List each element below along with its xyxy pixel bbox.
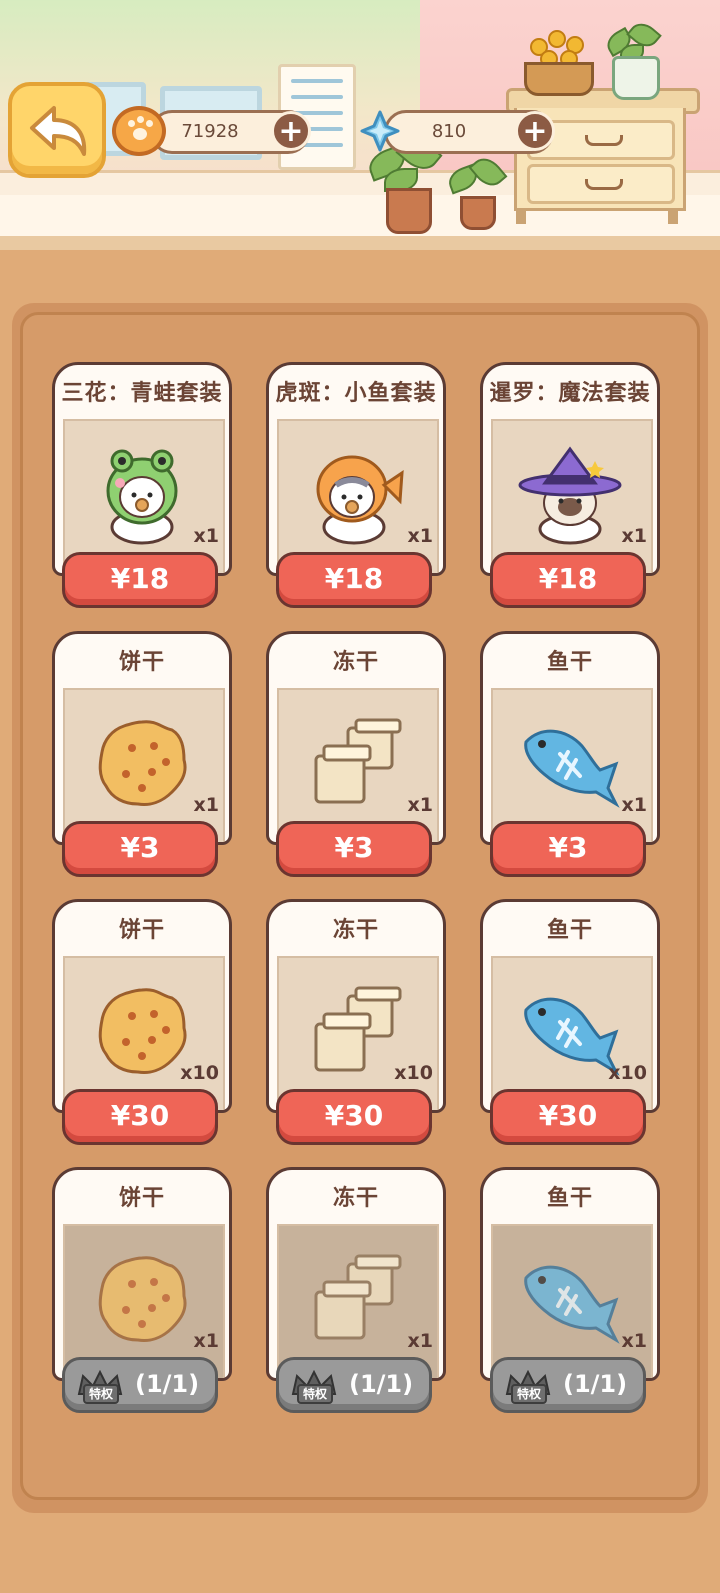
back-button[interactable] xyxy=(8,82,106,178)
floor-edge xyxy=(0,236,720,250)
privilege-label: 特权 xyxy=(297,1384,334,1404)
shop-item-cookie[interactable]: 饼干 x1 ¥3 xyxy=(52,631,232,877)
price-button[interactable]: ¥30 xyxy=(62,1089,218,1145)
item-quantity: x1 xyxy=(193,525,219,547)
item-art xyxy=(96,718,188,812)
shop-item-cookie[interactable]: 饼干 x10 ¥30 xyxy=(52,899,232,1145)
privilege-label: 特权 xyxy=(511,1384,548,1404)
gem-value: 810 xyxy=(431,121,467,142)
shop-item-dried-fish[interactable]: 鱼干 x10 ¥30 xyxy=(480,899,660,1145)
item-quantity: x1 xyxy=(407,794,433,816)
item-art xyxy=(96,1254,188,1348)
claim-limit: (1/1) xyxy=(563,1370,628,1398)
item-quantity: x10 xyxy=(394,1062,433,1084)
shop-item-freeze-dried[interactable]: 冻干 x1 特权 (1/1) xyxy=(266,1167,446,1413)
item-title: 虎斑：小鱼套装 xyxy=(275,381,437,406)
item-quantity: x10 xyxy=(180,1062,219,1084)
item-art xyxy=(520,718,620,812)
dried-fish-icon xyxy=(524,997,620,1076)
item-title: 饼干 xyxy=(118,918,165,943)
privilege-claim-button[interactable]: 特权 (1/1) xyxy=(62,1357,218,1413)
item-title: 暹罗：魔法套装 xyxy=(489,381,651,406)
item-title: 鱼干 xyxy=(546,1186,593,1211)
price-button[interactable]: ¥18 xyxy=(276,552,432,608)
gem-icon xyxy=(360,110,400,152)
privilege-claim-button[interactable]: 特权 (1/1) xyxy=(490,1357,646,1413)
price-button[interactable]: ¥18 xyxy=(62,552,218,608)
dried-fish-icon xyxy=(524,729,620,808)
shop-item-dried-fish[interactable]: 鱼干 x1 ¥3 xyxy=(480,631,660,877)
item-art xyxy=(310,986,402,1080)
dried-fish-icon xyxy=(524,1265,620,1344)
frog-outfit-cat-icon xyxy=(106,449,178,545)
item-title: 冻干 xyxy=(332,650,379,675)
crown-icon: 特权 xyxy=(289,1366,339,1404)
item-quantity: x1 xyxy=(621,525,647,547)
item-title: 鱼干 xyxy=(546,650,593,675)
add-paw-coins-button[interactable]: + xyxy=(271,111,311,151)
price-button[interactable]: ¥3 xyxy=(490,821,646,877)
shop-item-freeze-dried[interactable]: 冻干 x1 ¥3 xyxy=(266,631,446,877)
item-title: 鱼干 xyxy=(546,918,593,943)
item-quantity: x1 xyxy=(621,794,647,816)
item-art xyxy=(96,986,188,1080)
freeze-dried-cube-icon xyxy=(314,986,402,1072)
shop-item-magic-outfit[interactable]: 暹罗：魔法套装 x1 ¥18 xyxy=(480,362,660,608)
item-quantity: x1 xyxy=(407,1330,433,1352)
dresser xyxy=(506,88,700,224)
item-art xyxy=(310,1254,402,1348)
freeze-dried-cube-icon xyxy=(314,718,402,804)
item-quantity: x1 xyxy=(193,1330,219,1352)
privilege-claim-button[interactable]: 特权 (1/1) xyxy=(276,1357,432,1413)
paw-coin-counter: 71928 + xyxy=(150,110,311,154)
cookie-icon xyxy=(98,988,187,1074)
item-art xyxy=(520,1254,620,1348)
cookie-icon xyxy=(98,720,187,806)
price-button[interactable]: ¥18 xyxy=(490,552,646,608)
claim-limit: (1/1) xyxy=(349,1370,414,1398)
price-button[interactable]: ¥30 xyxy=(490,1089,646,1145)
gem-counter: 810 + xyxy=(384,110,555,154)
item-art xyxy=(310,718,402,812)
item-quantity: x1 xyxy=(621,1330,647,1352)
privilege-label: 特权 xyxy=(83,1384,120,1404)
shop-item-frog-outfit[interactable]: 三花：青蛙套装 x1 ¥18 xyxy=(52,362,232,608)
crown-icon: 特权 xyxy=(75,1366,125,1404)
item-quantity: x1 xyxy=(193,794,219,816)
price-button[interactable]: ¥3 xyxy=(276,821,432,877)
item-title: 冻干 xyxy=(332,918,379,943)
item-title: 饼干 xyxy=(118,650,165,675)
claim-limit: (1/1) xyxy=(135,1370,200,1398)
shop-item-cookie[interactable]: 饼干 x1 特权 (1/1) xyxy=(52,1167,232,1413)
fish-outfit-cat-icon xyxy=(316,455,404,545)
freeze-dried-cube-icon xyxy=(314,1254,402,1340)
shop-item-dried-fish[interactable]: 鱼干 x1 特权 (1/1) xyxy=(480,1167,660,1413)
price-button[interactable]: ¥3 xyxy=(62,821,218,877)
magic-outfit-cat-icon xyxy=(518,446,622,545)
shop-item-freeze-dried[interactable]: 冻干 x10 ¥30 xyxy=(266,899,446,1145)
paw-coin-value: 71928 xyxy=(181,121,239,142)
back-arrow-icon xyxy=(30,106,87,156)
crown-icon: 特权 xyxy=(503,1366,553,1404)
item-quantity: x10 xyxy=(608,1062,647,1084)
cookie-icon xyxy=(98,1256,187,1342)
paw-coin-icon xyxy=(112,106,166,156)
shop-item-fish-outfit[interactable]: 虎斑：小鱼套装 x1 ¥18 xyxy=(266,362,446,608)
item-title: 三花：青蛙套装 xyxy=(61,381,223,406)
price-button[interactable]: ¥30 xyxy=(276,1089,432,1145)
item-title: 饼干 xyxy=(118,1186,165,1211)
item-quantity: x1 xyxy=(407,525,433,547)
item-title: 冻干 xyxy=(332,1186,379,1211)
item-art xyxy=(520,986,620,1080)
add-gems-button[interactable]: + xyxy=(515,111,555,151)
